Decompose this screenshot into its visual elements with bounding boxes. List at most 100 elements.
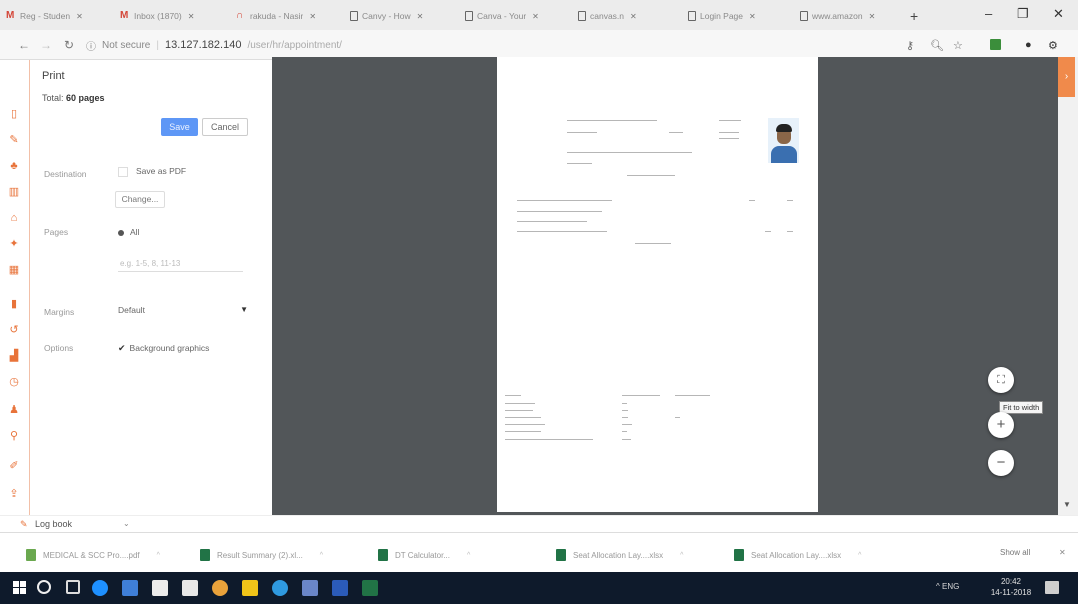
file-explorer-icon[interactable]: [122, 580, 138, 596]
preview-scrollbar[interactable]: [1058, 57, 1078, 515]
mail-icon[interactable]: [182, 580, 198, 596]
close-icon[interactable]: ✕: [532, 12, 539, 21]
download-item[interactable]: Seat Allocation Lay....xlsx ^: [734, 548, 861, 562]
zoom-icon[interactable]: 🔍︎: [930, 39, 944, 52]
windows-start-icon[interactable]: [13, 581, 26, 594]
maximize-button[interactable]: ❐: [1017, 6, 1029, 22]
info-icon[interactable]: ⓘ: [86, 38, 96, 53]
download-item[interactable]: Result Summary (2).xl... ^: [200, 548, 323, 562]
app-icon[interactable]: [302, 580, 318, 596]
minimize-button[interactable]: –: [985, 6, 992, 21]
logbook-label[interactable]: Log book: [35, 519, 72, 529]
menu-icon[interactable]: ⚙: [1048, 39, 1058, 52]
destination-value[interactable]: Save as PDF: [118, 166, 186, 177]
browser-tab[interactable]: canvas.n ✕: [578, 7, 678, 25]
radio-icon: [118, 229, 124, 236]
app-icon[interactable]: [242, 580, 258, 596]
chevron-down-icon[interactable]: ⌄: [123, 519, 130, 528]
scroll-down-icon[interactable]: ▼: [1063, 500, 1071, 509]
change-destination-button[interactable]: Change...: [115, 191, 165, 208]
star-icon[interactable]: ☆: [953, 39, 963, 52]
zoom-in-button[interactable]: +: [988, 412, 1014, 438]
new-tab-button[interactable]: +: [910, 8, 918, 24]
clock-icon[interactable]: ◷: [8, 376, 20, 388]
doc-icon[interactable]: ▯: [8, 108, 20, 120]
chevron-up-icon[interactable]: ^: [680, 552, 683, 559]
browser-tab[interactable]: Canvy - How ✕: [350, 7, 460, 25]
pages-range-input[interactable]: e.g. 1-5, 8, 11-13: [118, 256, 243, 272]
chevron-up-icon[interactable]: ^: [858, 552, 861, 559]
chevron-up-icon[interactable]: ^: [467, 552, 470, 559]
chart-icon[interactable]: ▥: [8, 186, 20, 198]
pages-all-radio[interactable]: All: [118, 227, 139, 237]
edit-icon[interactable]: ✐: [8, 460, 20, 472]
download-label: DT Calculator...: [395, 550, 450, 560]
close-window-button[interactable]: ✕: [1053, 6, 1064, 22]
forward-icon[interactable]: →: [40, 38, 52, 52]
feedback-tab[interactable]: ›: [1058, 57, 1075, 97]
skype-icon[interactable]: [272, 580, 288, 596]
url-field[interactable]: ⓘ Not secure | 13.127.182.140/user/hr/ap…: [86, 36, 886, 54]
save-button[interactable]: Save: [161, 118, 198, 136]
background-graphics-checkbox[interactable]: ✔ Background graphics: [118, 343, 209, 354]
preview-page[interactable]: [497, 57, 818, 512]
pen-icon[interactable]: ✎: [8, 134, 20, 146]
app-sidebar: ▯ ✎ ♣ ▥ ⌂ ✦ ▦ ▮ ↺ ▟ ◷ ♟ ⚲ ✐ ⇪: [0, 60, 30, 515]
file-icon[interactable]: ▮: [8, 298, 20, 310]
browser-tab[interactable]: Login Page ✕: [688, 7, 796, 25]
excel-icon[interactable]: [362, 580, 378, 596]
browser-tab[interactable]: www.amazon ✕: [800, 7, 904, 25]
cancel-button[interactable]: Cancel: [202, 118, 248, 136]
refresh-icon[interactable]: ↺: [8, 324, 20, 336]
browser-tab[interactable]: ∩ rakuda - Nasir ✕: [236, 7, 344, 25]
browser-tab[interactable]: Canva - Your ✕: [465, 7, 573, 25]
person-icon[interactable]: ♟: [8, 404, 20, 416]
chrome-icon[interactable]: [212, 580, 228, 596]
upload-icon[interactable]: ⇪: [8, 488, 20, 500]
store-icon[interactable]: [152, 580, 168, 596]
home-icon[interactable]: ⌂: [8, 212, 20, 224]
text-line: [517, 231, 607, 232]
search-icon[interactable]: ⚲: [8, 430, 20, 442]
chevron-up-icon[interactable]: ^: [320, 552, 323, 559]
show-all-link[interactable]: Show all: [1000, 548, 1030, 557]
users-icon[interactable]: ♣: [8, 160, 20, 172]
reload-icon[interactable]: ↻: [64, 38, 74, 52]
bar-chart-icon[interactable]: ▟: [8, 350, 20, 362]
back-icon[interactable]: ←: [18, 38, 30, 52]
zoom-out-button[interactable]: −: [988, 450, 1014, 476]
extension-icon[interactable]: [990, 39, 1001, 50]
excel-icon: [200, 549, 210, 561]
search-icon[interactable]: [37, 580, 51, 594]
task-view-icon[interactable]: [66, 580, 80, 594]
close-icon[interactable]: ✕: [630, 12, 637, 21]
download-item[interactable]: MEDICAL & SCC Pro....pdf ^: [26, 548, 160, 562]
download-item[interactable]: Seat Allocation Lay....xlsx ^: [556, 548, 683, 562]
gmail-icon: M: [6, 10, 15, 21]
close-icon[interactable]: ✕: [417, 12, 424, 21]
close-icon[interactable]: ✕: [749, 12, 756, 21]
browser-tab[interactable]: M Reg - Studen ✕: [6, 7, 116, 25]
fit-to-width-button[interactable]: ⛶: [988, 367, 1014, 393]
system-clock[interactable]: 20:42 14-11-2018: [986, 576, 1036, 598]
close-icon[interactable]: ✕: [76, 12, 83, 21]
download-item[interactable]: DT Calculator... ^: [378, 548, 470, 562]
key-icon[interactable]: ⚷: [906, 39, 914, 52]
separator: |: [156, 39, 159, 51]
grid-icon[interactable]: ▦: [8, 264, 20, 276]
close-icon[interactable]: ✕: [309, 12, 316, 21]
close-icon[interactable]: ✕: [869, 12, 876, 21]
close-icon[interactable]: ✕: [188, 12, 195, 21]
browser-tab[interactable]: M Inbox (1870) ✕: [120, 7, 230, 25]
close-icon[interactable]: ✕: [1059, 548, 1066, 557]
word-icon[interactable]: [332, 580, 348, 596]
badge-icon[interactable]: ✦: [8, 238, 20, 250]
system-tray[interactable]: ^ ENG: [936, 582, 959, 591]
text-line: [567, 152, 692, 153]
extension-icon[interactable]: ●: [1025, 39, 1032, 51]
edge-icon[interactable]: [92, 580, 108, 596]
margins-select[interactable]: Default ▼: [118, 301, 248, 319]
chevron-up-icon[interactable]: ^: [157, 552, 160, 559]
margins-label: Margins: [44, 307, 75, 317]
notification-icon[interactable]: [1045, 581, 1059, 594]
